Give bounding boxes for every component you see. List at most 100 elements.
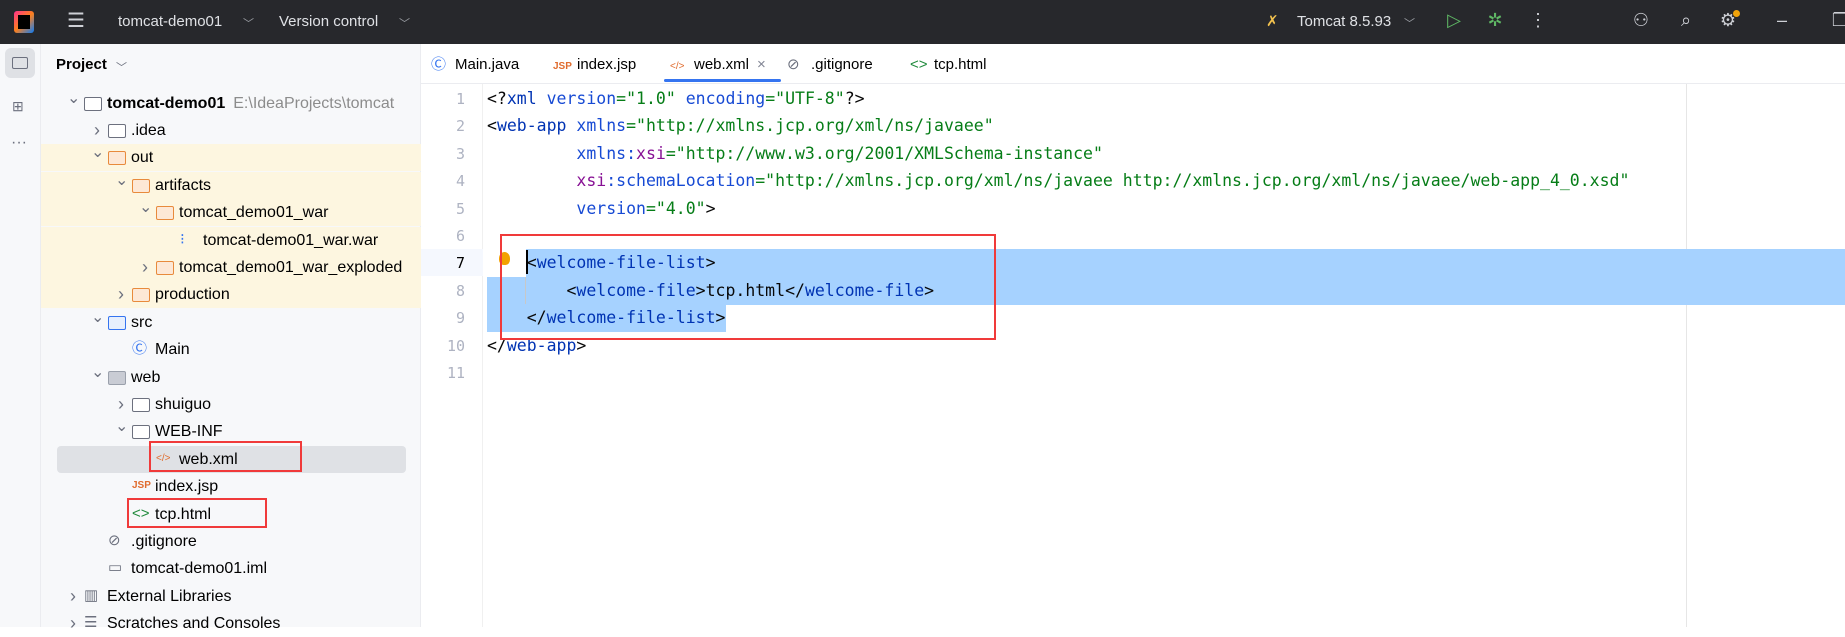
label-text: .gitignore <box>131 532 197 550</box>
tree-item-label: tomcat-demo01.iml <box>131 555 267 582</box>
chevron-down-icon[interactable]: ﹀ <box>1404 15 1415 31</box>
label-text: production <box>155 286 230 304</box>
tree-item-production[interactable]: › production <box>41 281 421 309</box>
chevron-down-icon[interactable]: ⌄ <box>139 199 152 221</box>
project-switcher[interactable]: tomcat-demo01 <box>118 13 222 30</box>
chevron-right-icon[interactable]: › <box>139 254 151 281</box>
run-icon[interactable]: ▷ <box>1442 10 1466 31</box>
tree-item-tomcat-demo01-iml[interactable]: ▭ tomcat-demo01.iml <box>41 555 421 582</box>
intellij-logo-icon <box>14 11 34 33</box>
tree-item-artifacts[interactable]: ⌄ artifacts <box>41 171 421 199</box>
project-tool-button[interactable] <box>5 48 35 78</box>
highlight-box <box>500 234 996 340</box>
panel-title[interactable]: Project <box>56 56 107 73</box>
tree-item-tomcat-demo01-war[interactable]: ⌄ tomcat_demo01_war <box>41 199 421 227</box>
code-line: <web-app xmlns="http://xmlns.jcp.org/xml… <box>487 112 994 139</box>
chevron-right-icon[interactable]: › <box>115 391 127 418</box>
chevron-right-icon[interactable]: › <box>115 281 127 308</box>
chevron-down-icon[interactable]: ⌄ <box>67 90 80 112</box>
folder-icon <box>132 425 150 440</box>
debug-icon[interactable]: ✲ <box>1483 10 1507 31</box>
code-editor[interactable]: 1 <?xml version="1.0" encoding="UTF-8"?> 2… <box>421 84 1845 627</box>
right-margin-guide <box>1686 84 1687 627</box>
tree-item--idea[interactable]: › .idea <box>41 117 421 144</box>
tab-label: .gitignore <box>811 56 873 73</box>
tree-item-label: shuiguo <box>155 391 211 418</box>
folder-orange-icon <box>156 206 174 221</box>
line-number: 1 <box>455 90 465 108</box>
tab-index-jsp[interactable]: JSP index.jsp <box>553 56 636 75</box>
tree-item-tomcat-demo01-war-exploded[interactable]: › tomcat_demo01_war_exploded <box>41 253 421 281</box>
tree-item-out[interactable]: ⌄ out <box>41 144 421 172</box>
code-line: xmlns:xsi="http://www.w3.org/2001/XMLSch… <box>487 140 1103 167</box>
label-text: External Libraries <box>107 587 232 605</box>
chevron-down-icon[interactable]: ⌄ <box>91 144 104 166</box>
chevron-down-icon[interactable]: ﹀ <box>399 15 410 31</box>
html-icon: <> <box>910 56 928 73</box>
folder-orange-icon <box>156 260 174 275</box>
folder-icon <box>108 123 126 138</box>
tab-tcp-html[interactable]: <> tcp.html <box>910 56 987 73</box>
tree-item--gitignore[interactable]: ⊘ .gitignore <box>41 528 421 555</box>
more-icon[interactable]: ⋮ <box>1526 10 1550 31</box>
ignore-icon: ⊘ <box>108 531 121 549</box>
archive-icon: ⁝ <box>180 230 185 248</box>
tree-item-label: out <box>131 144 153 171</box>
tree-item-main[interactable]: Ⓒ Main <box>41 336 421 363</box>
run-config-selector[interactable]: Tomcat 8.5.93 <box>1297 13 1391 30</box>
token-val: ="UTF-8" <box>765 89 845 108</box>
label-text: .idea <box>131 121 166 139</box>
line-number: 7 <box>455 254 465 273</box>
more-tools-icon[interactable]: ··· <box>11 134 27 152</box>
token-val: ="http://www.w3.org/2001/XMLSchema-insta… <box>665 143 1103 163</box>
structure-icon[interactable]: ⊞ <box>12 98 24 115</box>
chevron-down-icon[interactable]: ⌄ <box>91 364 104 386</box>
line-number: 5 <box>455 199 465 218</box>
token-attr: version <box>546 89 617 108</box>
label-text: tomcat_demo01_war <box>179 204 329 222</box>
line-number: 4 <box>455 172 465 191</box>
tree-item-web[interactable]: ⌄ web <box>41 364 421 391</box>
tree-item-src[interactable]: ⌄ src <box>41 309 421 336</box>
tab-label: tcp.html <box>934 56 987 73</box>
tree-item-tomcat-demo01-war-war[interactable]: ⁝ tomcat-demo01_war.war <box>41 226 421 254</box>
token-attr: xmlns: <box>576 143 637 163</box>
chevron-right-icon[interactable]: › <box>67 583 79 610</box>
tree-item-label: src <box>131 309 152 336</box>
tab-main-java[interactable]: Ⓒ Main.java <box>431 56 519 73</box>
chevron-down-icon[interactable]: ⌄ <box>91 309 104 331</box>
tree-item-external-libraries[interactable]: › ▥ External Libraries <box>41 583 421 610</box>
chevron-down-icon[interactable]: ﹀ <box>116 59 127 75</box>
code-line: <?xml version="1.0" encoding="UTF-8"?> <box>487 85 865 112</box>
tree-item-label: artifacts <box>155 172 211 199</box>
minimize-icon[interactable]: – <box>1770 10 1794 31</box>
tree-item-label: production <box>155 281 230 308</box>
tab-web-xml[interactable]: </> web.xml × <box>670 56 766 75</box>
folder-orange-icon <box>132 178 150 193</box>
restore-icon[interactable]: ❐ <box>1828 10 1845 31</box>
class-icon: Ⓒ <box>431 56 447 73</box>
tree-item-index-jsp[interactable]: JSP index.jsp <box>41 473 421 500</box>
close-icon[interactable]: × <box>757 56 766 73</box>
path-hint: E:\IdeaProjects\tomcat <box>233 94 395 112</box>
tree-item-shuiguo[interactable]: › shuiguo <box>41 391 421 418</box>
vcs-menu[interactable]: Version control <box>279 13 378 30</box>
add-user-icon[interactable]: ⚇ <box>1629 10 1653 31</box>
tab-gitignore[interactable]: ⊘ .gitignore <box>787 56 873 73</box>
chevron-down-icon[interactable]: ⌄ <box>115 172 128 194</box>
chevron-down-icon[interactable]: ⌄ <box>115 418 128 440</box>
tab-label: Main.java <box>455 56 520 73</box>
token-br: ?> <box>844 89 865 108</box>
highlight-box <box>149 441 302 472</box>
token-val: ="1.0" <box>616 89 686 108</box>
search-icon[interactable]: ⌕ <box>1674 10 1698 31</box>
ignore-icon: ⊘ <box>787 56 800 73</box>
chevron-right-icon[interactable]: › <box>91 117 103 144</box>
tree-item-tomcat-demo01[interactable]: ⌄ tomcat-demo01 E:\IdeaProjects\tomcat <box>41 90 421 117</box>
main-menu-icon[interactable]: ☰ <box>64 8 88 33</box>
chevron-right-icon[interactable]: › <box>67 610 79 637</box>
tree-item-scratches-and-consoles[interactable]: › ☰ Scratches and Consoles <box>41 610 421 637</box>
notification-dot <box>1733 10 1740 17</box>
line-number: 6 <box>455 227 465 245</box>
chevron-down-icon[interactable]: ﹀ <box>243 15 254 31</box>
